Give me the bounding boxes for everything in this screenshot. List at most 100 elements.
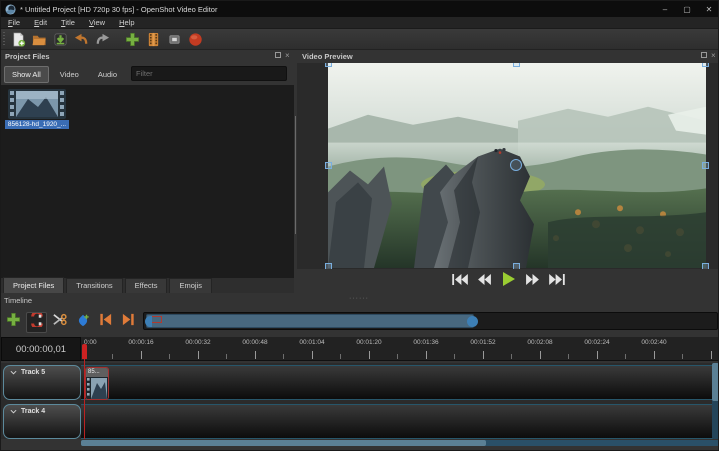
chevron-down-icon[interactable] bbox=[10, 369, 17, 376]
maximize-button[interactable]: ▢ bbox=[676, 1, 698, 17]
minimize-button[interactable]: – bbox=[654, 1, 676, 17]
previous-marker-icon bbox=[98, 312, 113, 332]
menu-title[interactable]: Title bbox=[54, 17, 82, 29]
filter-input[interactable] bbox=[131, 66, 287, 81]
razor-button[interactable] bbox=[49, 312, 70, 333]
chevron-down-icon[interactable] bbox=[10, 408, 17, 415]
file-item[interactable]: 856128-hd_1920_... bbox=[5, 89, 69, 129]
previous-marker-button[interactable] bbox=[95, 312, 116, 333]
add-track-button[interactable] bbox=[3, 312, 24, 333]
filter-tab-show-all[interactable]: Show All bbox=[4, 66, 49, 83]
transform-handle-mid-right[interactable] bbox=[702, 162, 709, 169]
export-video-icon bbox=[188, 32, 203, 47]
choose-profile-button[interactable] bbox=[143, 30, 164, 48]
new-project-button[interactable] bbox=[8, 30, 29, 48]
redo-icon bbox=[95, 32, 110, 47]
project-files-list: 856128-hd_1920_... bbox=[1, 85, 294, 278]
ruler-tick bbox=[369, 351, 370, 359]
next-marker-button[interactable] bbox=[118, 312, 139, 333]
ruler-label: 00:01:20 bbox=[356, 339, 381, 346]
redo-button[interactable] bbox=[92, 30, 113, 48]
timeline-vertical-scrollbar[interactable] bbox=[712, 363, 719, 439]
import-files-button[interactable] bbox=[122, 30, 143, 48]
tab-project-files[interactable]: Project Files bbox=[3, 277, 64, 293]
rewind-button[interactable] bbox=[475, 274, 494, 289]
track-lane-track-5[interactable]: 85... bbox=[81, 365, 713, 400]
track-name: Track 5 bbox=[21, 369, 45, 376]
vscroll-thumb[interactable] bbox=[712, 363, 719, 401]
timeline-clip[interactable]: 85... bbox=[85, 367, 109, 400]
transform-handle-top-left[interactable] bbox=[325, 63, 332, 67]
timeline-zoom-slider[interactable] bbox=[143, 312, 718, 330]
ruler-tick bbox=[169, 354, 170, 359]
play-button[interactable] bbox=[499, 274, 518, 289]
zoom-slider-range[interactable] bbox=[146, 314, 474, 328]
float-panel-icon[interactable] bbox=[701, 52, 707, 58]
horizontal-splitter[interactable]: ······ bbox=[349, 295, 369, 302]
snapping-button[interactable] bbox=[26, 312, 47, 333]
hscroll-thumb[interactable] bbox=[81, 440, 486, 446]
jump-to-end-button[interactable] bbox=[547, 274, 566, 289]
transform-handle-center[interactable] bbox=[510, 159, 522, 171]
timeline-ruler[interactable]: 0:0000:00:1600:00:3200:00:4800:01:0400:0… bbox=[81, 337, 719, 361]
video-preview-panel: Video Preview × bbox=[297, 50, 719, 293]
fullscreen-button[interactable] bbox=[164, 30, 185, 48]
ruler-tick bbox=[625, 354, 626, 359]
tab-emojis[interactable]: Emojis bbox=[169, 278, 212, 293]
tab-transitions[interactable]: Transitions bbox=[66, 278, 122, 293]
timeline-horizontal-scrollbar[interactable] bbox=[81, 440, 719, 446]
add-marker-button[interactable] bbox=[72, 312, 93, 333]
transform-handle-bottom-right[interactable] bbox=[702, 263, 709, 269]
dock-tabs: Project FilesTransitionsEffectsEmojis bbox=[1, 278, 294, 293]
menu-help[interactable]: Help bbox=[112, 17, 141, 29]
transform-handle-mid-left[interactable] bbox=[325, 162, 332, 169]
export-video-button[interactable] bbox=[185, 30, 206, 48]
add-marker-icon bbox=[76, 313, 90, 332]
save-project-button[interactable] bbox=[50, 30, 71, 48]
ruler-tick bbox=[141, 351, 142, 359]
toolbar-grip[interactable] bbox=[3, 32, 5, 47]
transform-handle-top-right[interactable] bbox=[702, 63, 709, 67]
ruler-tick bbox=[682, 354, 683, 359]
tab-effects[interactable]: Effects bbox=[125, 278, 168, 293]
rewind-icon bbox=[477, 272, 492, 290]
undo-button[interactable] bbox=[71, 30, 92, 48]
timeline-panel: Timeline ······ 00:00:00,01 0:0000:00:16… bbox=[1, 293, 719, 451]
menu-edit[interactable]: Edit bbox=[27, 17, 54, 29]
ruler-tick bbox=[597, 351, 598, 359]
project-files-panel-title: Project Files bbox=[5, 50, 50, 63]
playhead-marker[interactable] bbox=[82, 344, 87, 359]
close-panel-icon[interactable]: × bbox=[711, 52, 716, 59]
ruler-label: 00:02:08 bbox=[527, 339, 552, 346]
zoom-slider-right-handle[interactable] bbox=[467, 316, 478, 327]
zoom-slider-left-handle[interactable] bbox=[145, 316, 152, 327]
ruler-tick bbox=[198, 351, 199, 359]
ruler-tick bbox=[340, 354, 341, 359]
open-project-button[interactable] bbox=[29, 30, 50, 48]
ruler-tick bbox=[483, 351, 484, 359]
jump-to-start-button[interactable] bbox=[451, 274, 470, 289]
transport-controls bbox=[297, 270, 719, 292]
add-track-icon bbox=[6, 312, 21, 332]
close-panel-icon[interactable]: × bbox=[285, 52, 290, 59]
track-header-track-4[interactable]: Track 4 bbox=[3, 404, 81, 439]
jump-to-end-icon bbox=[548, 272, 565, 290]
track-lane-track-4[interactable] bbox=[81, 404, 713, 439]
menu-file[interactable]: File bbox=[1, 17, 27, 29]
filter-tab-audio[interactable]: Audio bbox=[90, 66, 125, 83]
menu-view[interactable]: View bbox=[82, 17, 112, 29]
filter-tab-video[interactable]: Video bbox=[52, 66, 87, 83]
transform-handle-bottom-center[interactable] bbox=[513, 263, 520, 269]
fast-forward-button[interactable] bbox=[523, 274, 542, 289]
ruler-tick bbox=[511, 354, 512, 359]
fullscreen-icon bbox=[168, 33, 181, 46]
close-button[interactable]: ✕ bbox=[698, 1, 719, 17]
float-panel-icon[interactable] bbox=[275, 52, 281, 58]
undo-icon bbox=[74, 32, 89, 47]
track-header-track-5[interactable]: Track 5 bbox=[3, 365, 81, 400]
timeline-panel-title: Timeline bbox=[4, 294, 32, 307]
transform-handle-bottom-left[interactable] bbox=[325, 263, 332, 269]
video-preview-panel-title: Video Preview bbox=[302, 50, 353, 63]
transform-handle-top-center[interactable] bbox=[513, 63, 520, 67]
menu-bar: FileEditTitleViewHelp bbox=[1, 17, 719, 29]
